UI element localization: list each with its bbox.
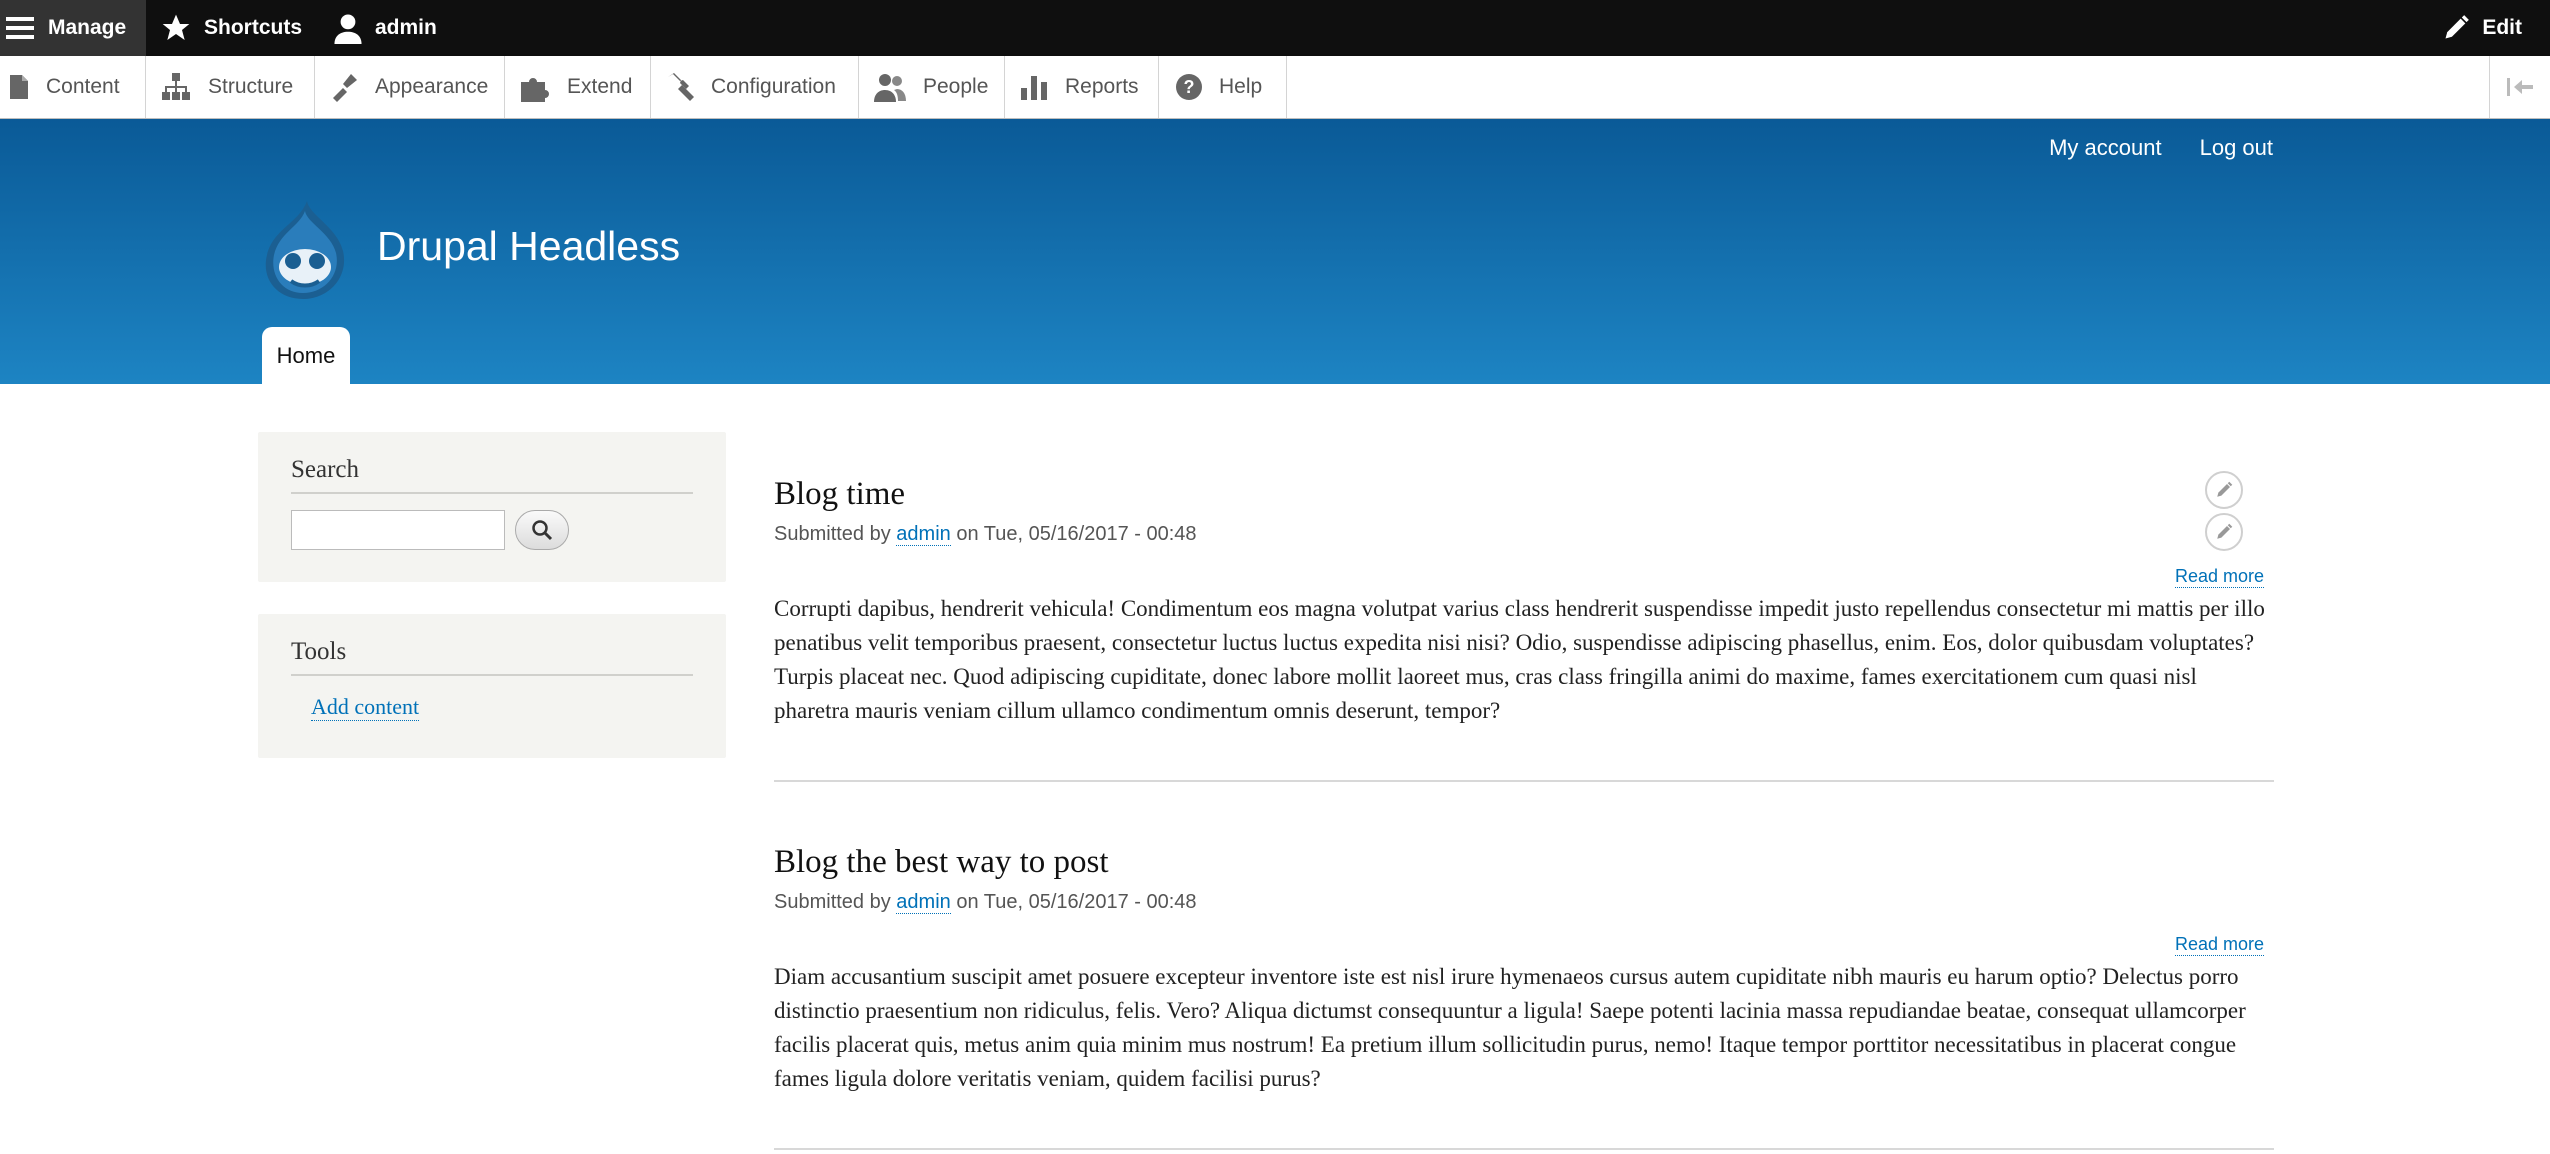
drupal-logo[interactable] [255,197,355,307]
article-meta: Submitted by admin on Tue, 05/16/2017 - … [774,523,2274,546]
tray-item-help[interactable]: ? Help [1159,56,1287,118]
tray-item-structure[interactable]: Structure [146,56,315,118]
pencil-icon [2445,15,2470,39]
svg-text:?: ? [1184,77,1195,97]
article-body: Corrupti dapibus, hendrerit vehicula! Co… [774,596,2265,723]
log-out-link[interactable]: Log out [2200,135,2273,161]
manage-label: Manage [48,16,127,39]
search-block-title: Search [291,432,693,494]
read-more-link[interactable]: Read more [2174,934,2264,956]
site-header: My account Log out Drupal Headless Home [0,119,2550,384]
tab-home[interactable]: Home [262,327,350,384]
article-date: on Tue, 05/16/2017 - 00:48 [956,891,1197,913]
help-icon: ? [1176,74,1202,100]
tray-item-label: Configuration [711,75,836,98]
tools-block-title: Tools [291,614,693,676]
tray-orientation-toggle[interactable] [2489,56,2550,118]
article: Blog time Submitted by admin on Tue, 05/… [774,471,2274,723]
tray-item-label: People [923,75,989,98]
user-label: admin [375,16,437,39]
article-divider [774,780,2274,782]
collapse-arrow-icon [2507,78,2533,96]
account-menu: My account Log out [2049,135,2273,161]
admin-toolbar: Manage Shortcuts admin Edit [0,0,2550,56]
submitted-prefix: Submitted by [774,523,891,545]
article-divider [774,1148,2274,1150]
search-button[interactable] [515,510,569,550]
article-title[interactable]: Blog time [774,476,2274,513]
bar-chart-icon [1021,76,1047,100]
search-block: Search [258,432,726,582]
site-name[interactable]: Drupal Headless [377,223,680,270]
shortcuts-label: Shortcuts [204,16,303,39]
tray-item-reports[interactable]: Reports [1005,56,1159,118]
submitted-prefix: Submitted by [774,891,891,913]
shortcuts-button[interactable]: Shortcuts [160,0,302,56]
document-icon [10,75,28,99]
edit-button[interactable]: Edit [2442,0,2522,56]
tray-item-label: Help [1219,75,1263,98]
contextual-edit-button[interactable] [2205,513,2243,551]
paintbrush-icon [333,74,357,102]
people-icon [874,74,906,102]
tray-item-appearance[interactable]: Appearance [315,56,505,118]
tools-block: Tools Add content [258,614,726,758]
tray-item-label: Appearance [375,75,489,98]
structure-icon [162,73,190,100]
wrench-icon [668,73,694,101]
my-account-link[interactable]: My account [2049,135,2162,161]
user-icon [334,14,362,44]
article-body: Diam accusantium suscipit amet posuere e… [774,964,2246,1091]
user-button[interactable]: admin [333,0,437,56]
manage-button[interactable]: Manage [0,0,146,56]
tray-item-configuration[interactable]: Configuration [651,56,859,118]
puzzle-icon [521,78,549,102]
article: Blog the best way to post Submitted by a… [774,844,2274,1091]
search-icon [532,520,553,541]
add-content-link[interactable]: Add content [311,694,420,721]
tray-item-label: Content [46,75,120,98]
author-link[interactable]: admin [896,891,951,914]
pencil-icon [2217,523,2233,539]
edit-label: Edit [2482,16,2522,39]
article-date: on Tue, 05/16/2017 - 00:48 [956,523,1197,545]
hamburger-icon [6,17,34,39]
article-title[interactable]: Blog the best way to post [774,844,2274,881]
tray-item-extend[interactable]: Extend [505,56,651,118]
star-icon [162,14,190,40]
tray-item-label: Structure [208,75,294,98]
pencil-icon [2217,481,2233,497]
tray-item-label: Reports [1065,75,1139,98]
tray-item-people[interactable]: People [859,56,1005,118]
author-link[interactable]: admin [896,523,951,546]
tray-item-label: Extend [567,75,633,98]
admin-tray: Content Structure Appearance Extend Conf… [0,56,2550,119]
tray-item-content[interactable]: Content [0,56,146,118]
read-more-link[interactable]: Read more [2174,566,2264,588]
search-input[interactable] [291,510,505,550]
contextual-edit-button[interactable] [2205,471,2243,509]
article-meta: Submitted by admin on Tue, 05/16/2017 - … [774,891,2274,914]
